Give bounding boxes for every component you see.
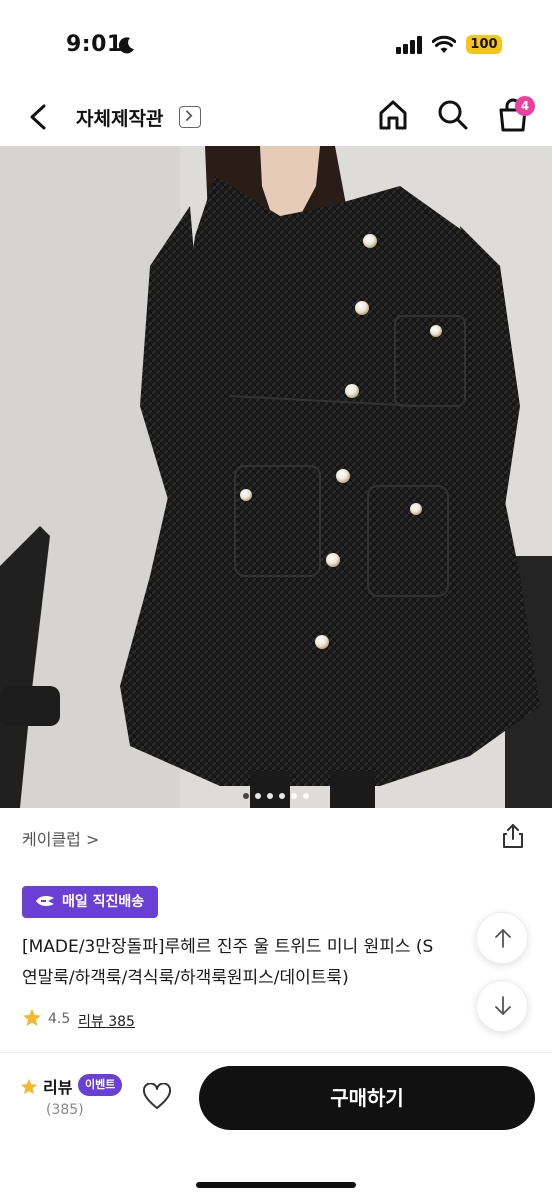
search-icon[interactable] bbox=[436, 98, 470, 132]
share-icon[interactable] bbox=[500, 822, 526, 850]
chevron-right-icon[interactable] bbox=[179, 106, 201, 128]
star-icon bbox=[23, 1009, 41, 1026]
wifi-icon bbox=[432, 35, 456, 53]
store-link[interactable]: 케이클럽 > bbox=[22, 826, 99, 850]
arrow-down-icon bbox=[495, 996, 511, 1015]
rating-value: 4.5 bbox=[48, 1011, 71, 1027]
carousel-dot[interactable] bbox=[243, 793, 249, 799]
carousel-dot[interactable] bbox=[267, 793, 273, 799]
scroll-top-button[interactable] bbox=[476, 912, 528, 964]
carousel-dot[interactable] bbox=[255, 793, 261, 799]
carousel-dot[interactable] bbox=[279, 793, 285, 799]
moon-icon bbox=[118, 37, 134, 54]
cart-count-badge: 4 bbox=[515, 96, 535, 116]
bottom-bar-divider bbox=[0, 1052, 552, 1053]
home-icon[interactable] bbox=[377, 98, 409, 132]
delivery-swoosh-icon bbox=[36, 895, 54, 906]
buy-button[interactable]: 구매하기 bbox=[199, 1066, 535, 1130]
signal-icon bbox=[396, 36, 422, 54]
page-title[interactable]: 자체제작관 bbox=[76, 104, 163, 131]
product-title-line-1: [MADE/3만장돌파]루헤르 진주 울 트위드 미니 원피스 (S bbox=[22, 937, 434, 957]
carousel-dot[interactable] bbox=[303, 793, 309, 799]
product-photo bbox=[0, 146, 552, 808]
review-tab-count: (385) bbox=[46, 1102, 84, 1118]
top-nav: 자체제작관 bbox=[0, 90, 552, 146]
delivery-badge: 매일 직진배송 bbox=[22, 886, 159, 918]
battery-icon: 100 bbox=[466, 35, 502, 54]
product-title-line-2: 연말룩/하객룩/격식룩/하객룩원피스/데이트룩) bbox=[22, 968, 349, 988]
star-icon bbox=[20, 1078, 38, 1095]
product-image[interactable] bbox=[0, 146, 552, 808]
carousel-dot[interactable] bbox=[291, 793, 297, 799]
event-badge: 이벤트 bbox=[78, 1074, 123, 1096]
home-indicator bbox=[196, 1182, 356, 1188]
review-count-link[interactable]: 리뷰 385 bbox=[78, 1011, 135, 1031]
heart-icon[interactable] bbox=[142, 1083, 172, 1111]
product-title: [MADE/3만장돌파]루헤르 진주 울 트위드 미니 원피스 (S 연말룩/하… bbox=[22, 932, 474, 998]
status-bar: 9:01 100 bbox=[0, 0, 552, 90]
scroll-bottom-button[interactable] bbox=[476, 980, 528, 1032]
arrow-up-icon bbox=[495, 929, 511, 948]
carousel-indicator bbox=[0, 784, 552, 799]
status-time: 9:01 bbox=[66, 32, 123, 57]
review-tab-label[interactable]: 리뷰 bbox=[43, 1074, 72, 1098]
delivery-badge-label: 매일 직진배송 bbox=[62, 894, 145, 910]
back-arrow-icon[interactable] bbox=[24, 100, 54, 134]
